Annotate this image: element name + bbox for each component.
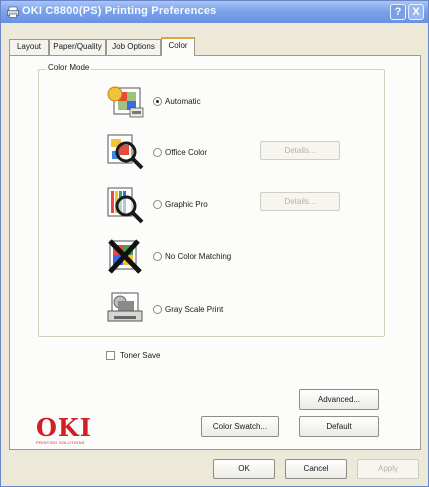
tab-paper-quality[interactable]: Paper/Quality [49, 39, 106, 55]
oki-logo: OKI PRINTING SOLUTIONS [36, 413, 108, 446]
office-color-label: Office Color [165, 148, 208, 157]
no-color-matching-icon [104, 237, 146, 275]
gray-scale-print-label: Gray Scale Print [165, 305, 224, 314]
graphic-pro-label: Graphic Pro [165, 200, 208, 209]
toner-save-label: Toner Save [120, 351, 161, 360]
gray-scale-print-radio[interactable] [153, 305, 162, 314]
printing-preferences-dialog: OKI C8800(PS) Printing Preferences ? X L… [0, 0, 429, 487]
tab-job-options[interactable]: Job Options [106, 39, 161, 55]
apply-button[interactable]: Apply [357, 459, 419, 479]
color-swatch-button[interactable]: Color Swatch... [201, 416, 279, 437]
no-color-matching-radio[interactable] [153, 252, 162, 261]
cancel-button[interactable]: Cancel [285, 459, 347, 479]
automatic-label: Automatic [165, 97, 201, 106]
printer-icon [7, 6, 19, 18]
automatic-color-icon [104, 82, 146, 120]
graphic-pro-details-button[interactable]: Details... [260, 192, 340, 211]
ok-button[interactable]: OK [213, 459, 275, 479]
no-color-matching-label: No Color Matching [165, 252, 232, 261]
toner-save-checkbox[interactable] [106, 351, 115, 360]
office-color-magnifier-icon [104, 133, 146, 171]
window-title: OKI C8800(PS) Printing Preferences [22, 5, 217, 17]
advanced-button[interactable]: Advanced... [299, 389, 379, 410]
tab-layout[interactable]: Layout [9, 39, 49, 55]
office-color-details-button[interactable]: Details... [260, 141, 340, 160]
tab-color[interactable]: Color [161, 37, 195, 56]
color-mode-group-label: Color Mode [46, 63, 92, 72]
oki-logo-text: OKI [36, 413, 92, 442]
default-button[interactable]: Default [299, 416, 379, 437]
grayscale-print-icon [104, 289, 146, 327]
office-color-radio[interactable] [153, 148, 162, 157]
title-bar[interactable]: OKI C8800(PS) Printing Preferences ? X [1, 1, 428, 23]
automatic-radio[interactable] [153, 97, 162, 106]
graphic-pro-magnifier-icon [104, 186, 146, 224]
help-button[interactable]: ? [390, 4, 406, 20]
oki-logo-tagline: PRINTING SOLUTIONS [36, 440, 85, 445]
graphic-pro-radio[interactable] [153, 200, 162, 209]
close-button[interactable]: X [408, 4, 424, 20]
